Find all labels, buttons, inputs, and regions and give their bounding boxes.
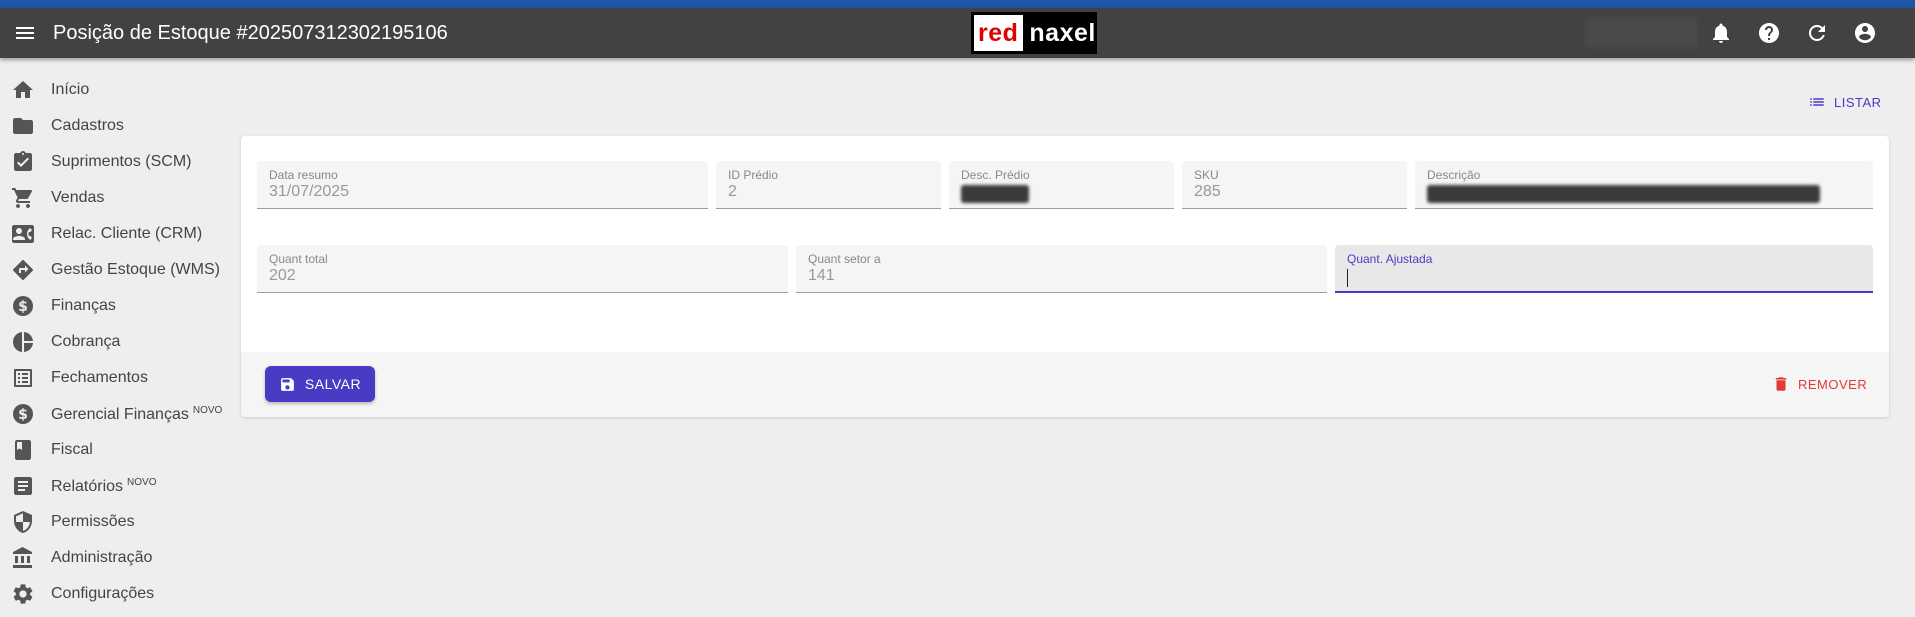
dollar-icon: $	[13, 296, 33, 316]
sidebar-item-cobranca[interactable]: Cobrança	[0, 324, 232, 360]
sidebar-item-crm[interactable]: Relac. Cliente (CRM)	[0, 216, 232, 252]
account-icon[interactable]	[1853, 21, 1877, 45]
field-label: Quant. Ajustada	[1347, 252, 1433, 266]
folder-icon	[13, 118, 33, 134]
top-accent-bar	[0, 0, 1915, 8]
sidebar-item-label: Finanças	[51, 297, 116, 314]
logo-text-naxel: naxel	[1029, 19, 1096, 47]
book-icon	[15, 440, 31, 460]
sidebar-item-financas[interactable]: $ Finanças	[0, 288, 232, 324]
sidebar-item-label: Cadastros	[51, 117, 124, 134]
sidebar-item-label: Início	[51, 81, 90, 98]
svg-text:$: $	[18, 407, 28, 423]
field-value: 202	[269, 267, 296, 284]
sidebar-item-label: Cobrança	[51, 333, 121, 350]
help-icon[interactable]	[1757, 21, 1781, 45]
bell-icon[interactable]	[1709, 21, 1733, 45]
pie-chart-icon	[13, 332, 33, 352]
save-icon	[281, 377, 294, 391]
descricao-field[interactable]: Descrição	[1415, 161, 1873, 209]
sidebar-item-label: Vendas	[51, 189, 105, 206]
id-predio-field[interactable]: ID Prédio 2	[716, 161, 941, 209]
field-value: 141	[808, 267, 835, 284]
quant-total-field[interactable]: Quant total 202	[257, 245, 788, 293]
field-label: Descrição	[1427, 168, 1481, 182]
cart-icon	[12, 188, 33, 208]
sidebar-item-label: Administração	[51, 549, 153, 566]
field-label: Data resumo	[269, 168, 338, 182]
list-button[interactable]: LISTAR	[1808, 90, 1882, 114]
logo-text-red: red	[974, 15, 1024, 51]
desc-predio-field[interactable]: Desc. Prédio	[949, 161, 1174, 209]
sidebar-item-label: Relac. Cliente (CRM)	[51, 225, 203, 242]
remove-button[interactable]: REMOVER	[1772, 372, 1867, 396]
home-icon	[13, 81, 33, 98]
sidebar-item-label: Fechamentos	[51, 369, 148, 386]
sidebar-item-label: Gerencial Finanças NOVO	[51, 404, 223, 423]
field-value: 285	[1194, 183, 1221, 200]
list-icon	[1810, 98, 1824, 106]
sidebar-item-administracao[interactable]: Administração	[0, 540, 232, 576]
sidebar-item-relatorios[interactable]: Relatórios NOVO	[0, 468, 232, 504]
save-button-label: SALVAR	[304, 376, 362, 392]
sidebar-item-fechamentos[interactable]: Fechamentos	[0, 360, 232, 396]
field-label: Desc. Prédio	[961, 168, 1030, 182]
page-title: Posição de Estoque #202507312302195106	[53, 22, 448, 44]
refresh-icon[interactable]	[1805, 21, 1829, 45]
list-alt-icon	[14, 369, 32, 387]
field-label: Quant setor a	[808, 252, 881, 266]
sidebar-item-inicio[interactable]: Início	[0, 72, 232, 108]
app-bar: Posição de Estoque #202507312302195106 r…	[0, 8, 1915, 58]
sidebar-item-cadastros[interactable]: Cadastros	[0, 108, 232, 144]
sidebar-item-label: Gestão Estoque (WMS)	[51, 261, 220, 278]
new-badge: NOVO	[192, 404, 223, 416]
redacted-user-info	[1585, 18, 1697, 48]
trash-icon	[1775, 377, 1787, 391]
shield-icon	[14, 511, 32, 533]
directions-icon	[13, 259, 34, 280]
quant-setor-field[interactable]: Quant setor a 141	[796, 245, 1327, 293]
form-actions: SALVAR REMOVER	[241, 352, 1889, 417]
svg-text:$: $	[18, 299, 28, 315]
sidebar-item-configuracoes[interactable]: Configurações	[0, 576, 232, 612]
new-badge: NOVO	[127, 476, 157, 488]
text-caret	[1347, 269, 1348, 287]
data-resumo-field[interactable]: Data resumo 31/07/2025	[257, 161, 708, 209]
brand-logo: red naxel	[971, 12, 1097, 54]
clipboard-icon	[14, 151, 32, 171]
sidebar-item-label: Fiscal	[51, 441, 93, 458]
sku-field[interactable]: SKU 285	[1182, 161, 1407, 209]
sidebar-item-vendas[interactable]: Vendas	[0, 180, 232, 216]
sidebar-item-label: Relatórios NOVO	[51, 476, 157, 495]
field-label: ID Prédio	[728, 168, 779, 182]
gear-icon	[13, 584, 33, 604]
form-card: Data resumo 31/07/2025 ID Prédio 2 Desc.…	[241, 136, 1889, 417]
sidebar-item-label: Permissões	[51, 513, 135, 530]
sidebar-item-label: Configurações	[51, 585, 155, 602]
field-label: Quant total	[269, 252, 328, 266]
field-value: 31/07/2025	[269, 183, 350, 200]
field-value: 2	[728, 183, 737, 200]
field-label: SKU	[1194, 168, 1219, 182]
sidebar: Início Cadastros Suprimentos (SCM) Venda…	[0, 72, 232, 612]
save-button[interactable]: SALVAR	[265, 366, 375, 402]
remove-button-label: REMOVER	[1798, 376, 1868, 392]
menu-icon[interactable]	[13, 21, 37, 45]
sidebar-item-suprimentos[interactable]: Suprimentos (SCM)	[0, 144, 232, 180]
sidebar-item-fiscal[interactable]: Fiscal	[0, 432, 232, 468]
sidebar-item-label: Suprimentos (SCM)	[51, 153, 192, 170]
dollar-icon: $	[13, 404, 33, 424]
bank-icon	[13, 547, 32, 568]
redacted-value	[961, 185, 1029, 203]
redacted-value	[1427, 185, 1820, 203]
contact-card-icon	[12, 225, 34, 243]
sidebar-item-gerencial-financas[interactable]: $ Gerencial Finanças NOVO	[0, 396, 232, 432]
sidebar-item-wms[interactable]: Gestão Estoque (WMS)	[0, 252, 232, 288]
quant-ajustada-input[interactable]: Quant. Ajustada	[1335, 245, 1873, 293]
report-icon	[14, 477, 32, 495]
sidebar-item-permissoes[interactable]: Permissões	[0, 504, 232, 540]
list-button-label: LISTAR	[1834, 94, 1882, 110]
